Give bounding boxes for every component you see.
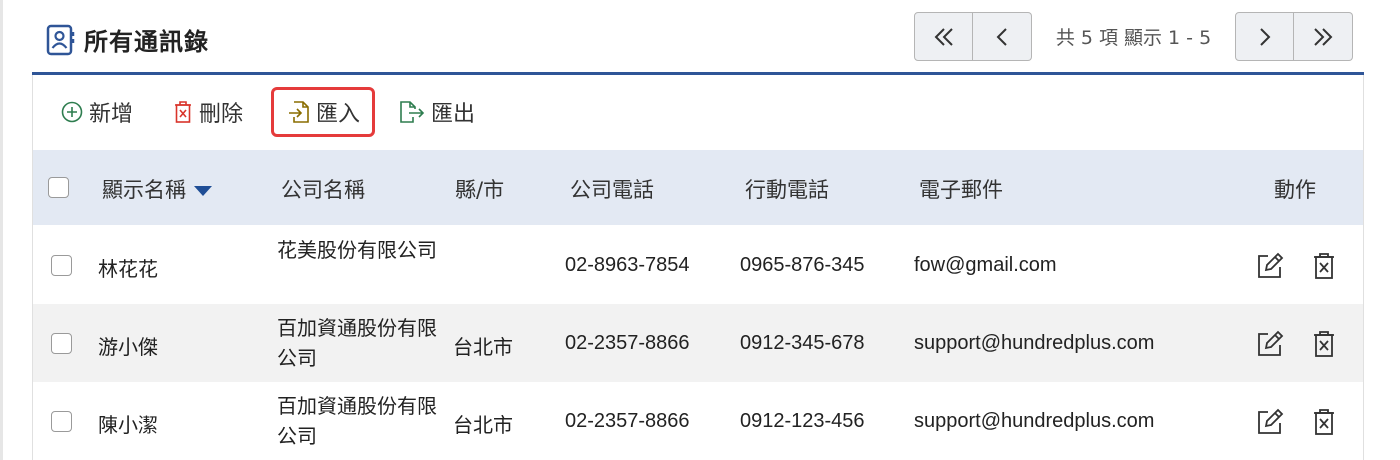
column-header-action: 動作 xyxy=(1274,178,1316,202)
cell-name: 林花花 xyxy=(98,257,158,281)
add-button-label: 新增 xyxy=(89,102,134,127)
row-checkbox[interactable] xyxy=(51,411,72,432)
next-page-button[interactable] xyxy=(1235,12,1294,61)
trash-icon xyxy=(175,101,191,123)
contact-book-icon xyxy=(46,24,76,56)
pagination: 共 5 項 顯示 1 - 5 xyxy=(914,12,1353,61)
file-import-icon xyxy=(289,101,309,123)
export-button-label: 匯出 xyxy=(431,102,476,127)
delete-button-label: 刪除 xyxy=(199,102,244,127)
cell-company: 花美股份有限公司 xyxy=(277,238,437,262)
select-all-checkbox[interactable] xyxy=(48,177,69,198)
delete-row-icon[interactable] xyxy=(1309,251,1339,281)
delete-row-icon[interactable] xyxy=(1309,329,1339,359)
add-button[interactable]: 新增 xyxy=(61,87,133,137)
edit-icon[interactable] xyxy=(1255,251,1285,281)
column-header-mobile: 行動電話 xyxy=(745,178,829,202)
last-page-button[interactable] xyxy=(1294,12,1353,61)
cell-mobile: 0912-123-456 xyxy=(740,410,865,432)
cell-company: 百加資通股份有限公司 xyxy=(277,316,437,370)
pagination-info: 共 5 項 顯示 1 - 5 xyxy=(1055,27,1212,49)
delete-row-icon[interactable] xyxy=(1309,407,1339,437)
column-header-city: 縣/市 xyxy=(455,178,505,202)
double-chevron-left-icon xyxy=(934,27,953,46)
column-header-name-label: 顯示名稱 xyxy=(102,178,186,202)
column-header-company-phone: 公司電話 xyxy=(570,178,654,202)
cell-mobile: 0965-876-345 xyxy=(740,254,865,276)
plus-circle-icon xyxy=(61,101,83,123)
sort-descending-icon xyxy=(194,186,212,196)
page-title: 所有通訊錄 xyxy=(84,28,209,56)
cell-email: support@hundredplus.com xyxy=(914,410,1155,432)
chevron-right-icon xyxy=(1259,27,1270,46)
cell-email: support@hundredplus.com xyxy=(914,332,1155,354)
edit-icon[interactable] xyxy=(1255,329,1285,359)
page-header: 所有通訊錄 共 5 項 顯示 1 - 5 xyxy=(32,0,1364,72)
double-chevron-right-icon xyxy=(1314,27,1333,46)
cell-city: 台北市 xyxy=(453,335,513,359)
file-export-icon xyxy=(400,101,425,123)
cell-city: 台北市 xyxy=(453,413,513,437)
page-left-border xyxy=(0,0,3,460)
table-row: 游小傑 百加資通股份有限公司 台北市 02-2357-8866 0912-345… xyxy=(33,304,1363,382)
table-header: 顯示名稱 公司名稱 縣/市 公司電話 行動電話 電子郵件 動作 xyxy=(33,150,1363,225)
row-checkbox[interactable] xyxy=(51,333,72,354)
panel-border-right xyxy=(1363,75,1364,460)
cell-company-phone: 02-8963-7854 xyxy=(565,254,690,276)
export-button[interactable]: 匯出 xyxy=(399,87,475,137)
row-checkbox[interactable] xyxy=(51,255,72,276)
cell-company-phone: 02-2357-8866 xyxy=(565,332,690,354)
import-button[interactable]: 匯入 xyxy=(271,87,375,137)
title-group: 所有通訊錄 xyxy=(46,22,209,57)
cell-name: 陳小潔 xyxy=(98,413,158,437)
first-page-button[interactable] xyxy=(914,12,973,61)
column-header-company: 公司名稱 xyxy=(281,178,365,202)
table-row: 陳小潔 百加資通股份有限公司 台北市 02-2357-8866 0912-123… xyxy=(33,382,1363,460)
cell-company-phone: 02-2357-8866 xyxy=(565,410,690,432)
edit-icon[interactable] xyxy=(1255,407,1285,437)
chevron-left-icon xyxy=(996,27,1007,46)
cell-email: fow@gmail.com xyxy=(914,254,1057,276)
delete-button[interactable]: 刪除 xyxy=(173,87,243,137)
cell-name: 游小傑 xyxy=(98,335,158,359)
cell-company: 百加資通股份有限公司 xyxy=(277,394,437,448)
cell-mobile: 0912-345-678 xyxy=(740,332,865,354)
column-header-email: 電子郵件 xyxy=(919,178,1003,202)
import-button-label: 匯入 xyxy=(316,102,361,127)
toolbar: 新增 刪除 匯入 匯出 xyxy=(33,75,1363,150)
table-row: 林花花 花美股份有限公司 02-8963-7854 0965-876-345 f… xyxy=(33,226,1363,304)
prev-page-button[interactable] xyxy=(973,12,1032,61)
column-header-name[interactable]: 顯示名稱 xyxy=(102,174,212,204)
